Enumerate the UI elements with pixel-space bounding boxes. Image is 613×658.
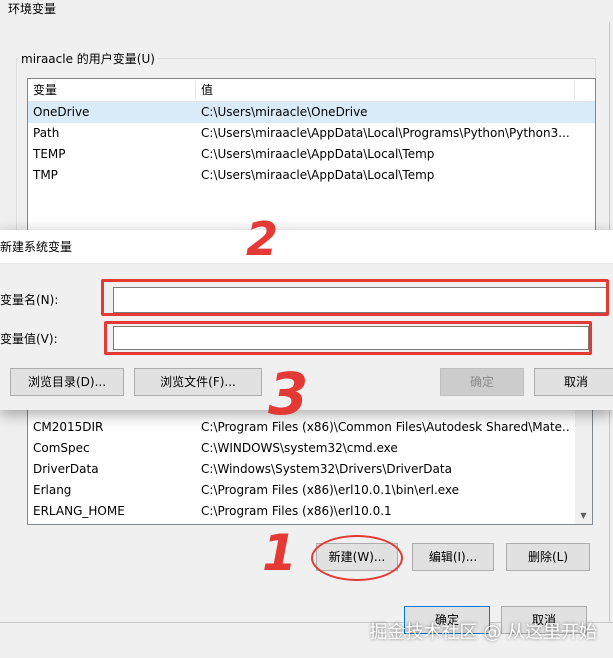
variable-value: C:\Program Files (x86)\Common Files\Auto… [201, 420, 571, 434]
highlight-variable-name-field [101, 279, 609, 316]
table-row[interactable]: DriverData C:\Windows\System32\Drivers\D… [28, 459, 592, 480]
column-header-value[interactable]: 值 [196, 79, 571, 101]
user-vars-group-label: miraacle 的用户变量(U) [18, 50, 158, 67]
dialog-cancel-button[interactable]: 取消 [534, 368, 613, 396]
dialog-title: 新建系统变量 [0, 240, 73, 254]
watermark: 掘金技术社区 @ 从这里开始 [369, 622, 597, 643]
table-row[interactable]: CM2015DIR C:\Program Files (x86)\Common … [28, 417, 592, 438]
user-vars-list[interactable]: 变量 值 OneDrive C:\Users\miraacle\OneDrive… [27, 78, 596, 240]
table-row[interactable]: TEMP C:\Users\miraacle\AppData\Local\Tem… [28, 144, 595, 165]
table-row[interactable]: TMP C:\Users\miraacle\AppData\Local\Temp [28, 165, 595, 186]
variable-value: C:\Windows\System32\Drivers\DriverData [201, 462, 452, 476]
highlight-new-button [311, 535, 403, 581]
variable-name-label: 变量名(N): [0, 293, 59, 307]
variable-name: TMP [33, 168, 58, 182]
table-row[interactable]: Path C:\Users\miraacle\AppData\Local\Pro… [28, 123, 595, 144]
variable-name: DriverData [33, 462, 99, 476]
browse-directory-button[interactable]: 浏览目录(D)... [10, 368, 124, 396]
annotation-number-3: 3 [268, 360, 309, 428]
annotation-number-1: 1 [262, 524, 297, 582]
variable-name: Path [33, 126, 60, 140]
dialog-titlebar: 新建系统变量 [0, 230, 613, 264]
table-row[interactable]: Erlang C:\Program Files (x86)\erl10.0.1\… [28, 480, 592, 501]
variable-value: C:\Users\miraacle\AppData\Local\Temp [201, 168, 435, 182]
user-vars-header: 变量 值 [28, 79, 595, 102]
column-header-variable[interactable]: 变量 [28, 79, 193, 101]
delete-system-variable-button[interactable]: 删除(L) [506, 543, 590, 571]
variable-name: ComSpec [33, 441, 90, 455]
variable-name: Erlang [33, 483, 72, 497]
edit-system-variable-button[interactable]: 编辑(I)... [412, 543, 494, 571]
variable-value: C:\Users\miraacle\AppData\Local\Programs… [201, 126, 570, 140]
table-row[interactable]: ComSpec C:\WINDOWS\system32\cmd.exe [28, 438, 592, 459]
system-vars-list[interactable]: CM2015DIR C:\Program Files (x86)\Common … [27, 396, 593, 525]
scroll-down-icon[interactable]: ▼ [575, 507, 592, 524]
variable-value: C:\Program Files (x86)\erl10.0.1 [201, 504, 392, 518]
annotation-number-2: 2 [246, 212, 279, 266]
system-vars-scrollbar[interactable]: ▼ [575, 396, 592, 524]
variable-name: TEMP [33, 147, 66, 161]
dialog-ok-button[interactable]: 确定 [440, 368, 524, 396]
column-separator[interactable] [574, 81, 575, 99]
browse-file-button[interactable]: 浏览文件(F)... [134, 368, 262, 396]
table-row[interactable]: ERLANG_HOME C:\Program Files (x86)\erl10… [28, 501, 592, 522]
variable-value: C:\Users\miraacle\OneDrive [201, 105, 368, 119]
highlight-variable-value-field [104, 321, 592, 355]
variable-value-label: 变量值(V): [0, 332, 58, 346]
window-title: 环境变量 [8, 2, 57, 16]
table-row[interactable]: OneDrive C:\Users\miraacle\OneDrive [28, 102, 595, 123]
variable-value: C:\Program Files (x86)\erl10.0.1\bin\erl… [201, 483, 460, 497]
variable-name: OneDrive [33, 105, 90, 119]
variable-value: C:\WINDOWS\system32\cmd.exe [201, 441, 398, 455]
variable-name: CM2015DIR [33, 420, 104, 434]
variable-value: C:\Users\miraacle\AppData\Local\Temp [201, 147, 435, 161]
variable-name: ERLANG_HOME [33, 504, 125, 518]
